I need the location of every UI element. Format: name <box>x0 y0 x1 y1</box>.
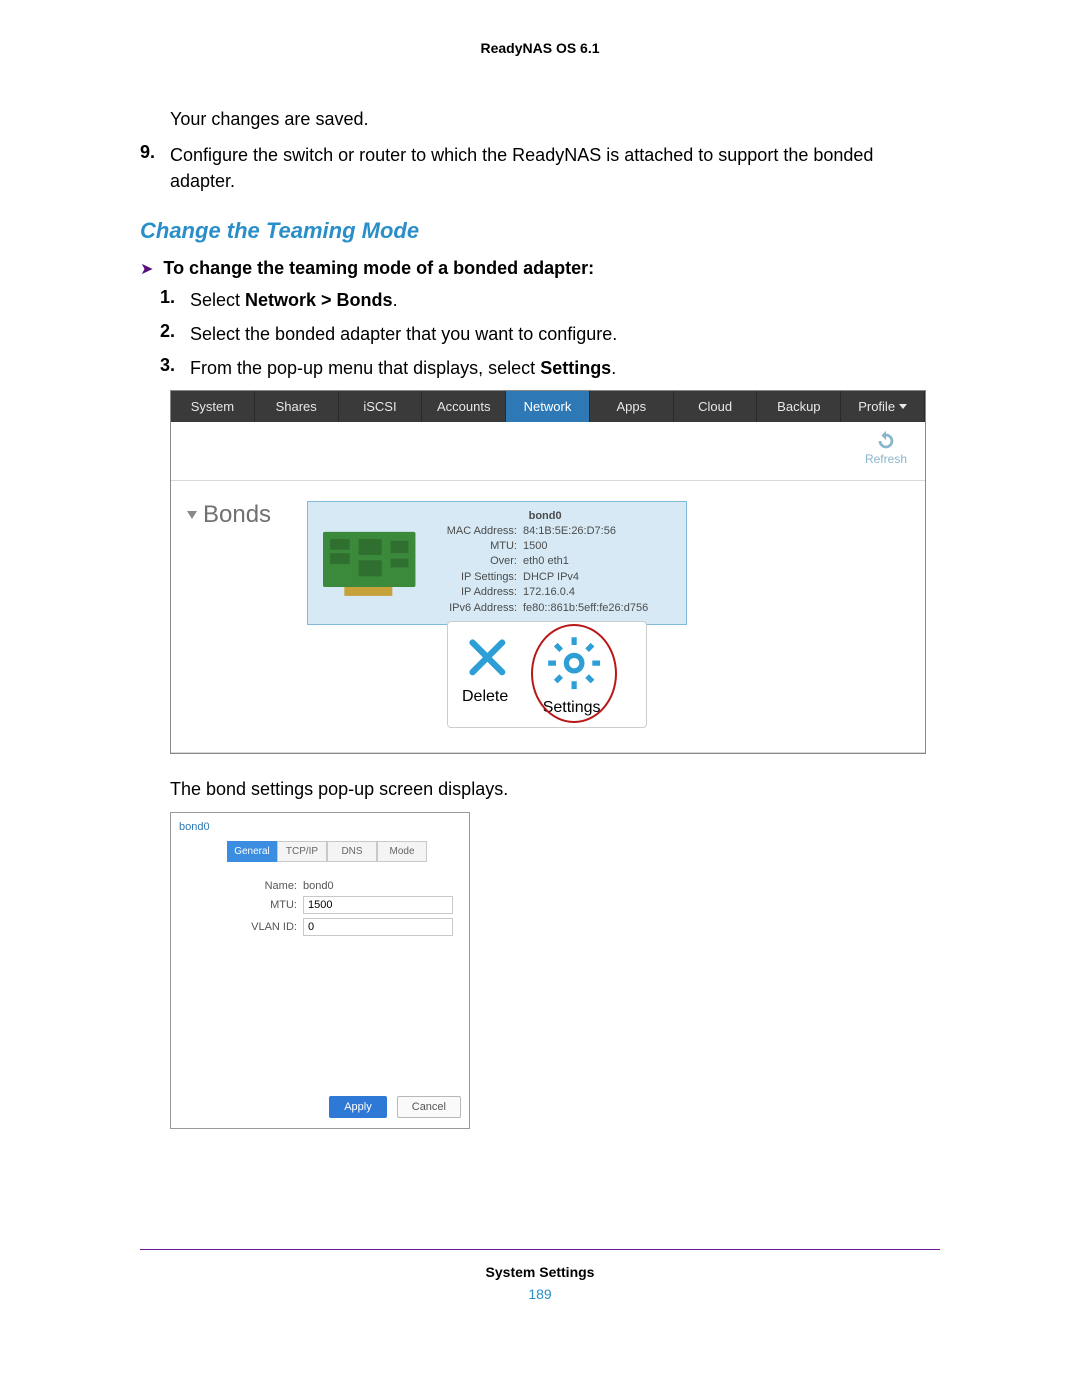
refresh-label: Refresh <box>865 452 907 466</box>
procedure-heading: ➤ To change the teaming mode of a bonded… <box>140 258 940 279</box>
step-3-pre: From the pop-up menu that displays, sele… <box>190 358 540 378</box>
network-bonds-screenshot: System Shares iSCSI Accounts Network App… <box>170 390 926 755</box>
step-3: 3. From the pop-up menu that displays, s… <box>160 355 940 381</box>
vlan-input[interactable] <box>303 918 453 936</box>
procedure-arrow-icon: ➤ <box>140 259 153 279</box>
vlan-field-label: VLAN ID: <box>249 921 297 933</box>
step-1-number: 1. <box>160 287 190 313</box>
bond-card[interactable]: bond0 MAC Address: 84:1B:5E:26:D7:56 MTU:… <box>307 501 687 625</box>
step-3-text: From the pop-up menu that displays, sele… <box>190 355 616 381</box>
dialog-tab-general[interactable]: General <box>227 841 277 862</box>
dialog-tab-tcpip[interactable]: TCP/IP <box>277 841 327 862</box>
tab-profile[interactable]: Profile <box>841 391 925 422</box>
dialog-tab-mode[interactable]: Mode <box>377 841 427 862</box>
mtu-field-label: MTU: <box>249 899 297 911</box>
step-1-bold: Network > Bonds <box>245 290 393 310</box>
name-row: Name: bond0 <box>249 880 461 892</box>
after-text-1: The bond settings pop-up screen displays… <box>170 776 940 802</box>
page-number: 189 <box>140 1286 940 1302</box>
step-9-number: 9. <box>140 142 170 194</box>
mtu-input[interactable] <box>303 896 453 914</box>
cancel-button[interactable]: Cancel <box>397 1096 461 1118</box>
page-footer: System Settings 189 <box>140 1249 940 1302</box>
name-field-label: Name: <box>249 880 297 892</box>
bonds-section-label[interactable]: Bonds <box>187 501 307 529</box>
mac-value: 84:1B:5E:26:D7:56 <box>523 524 616 539</box>
step-2-number: 2. <box>160 321 190 347</box>
refresh-icon <box>875 430 897 452</box>
tab-iscsi[interactable]: iSCSI <box>339 391 423 422</box>
tab-accounts[interactable]: Accounts <box>422 391 506 422</box>
dialog-tab-dns[interactable]: DNS <box>327 841 377 862</box>
bond-popup-menu: Delete Settings <box>447 621 647 728</box>
tab-apps[interactable]: Apps <box>590 391 674 422</box>
vlan-row: VLAN ID: <box>249 918 461 936</box>
delete-icon <box>462 632 513 683</box>
ipv6-value: fe80::861b:5eff:fe26:d756 <box>523 601 648 616</box>
bond-title: bond0 <box>442 510 648 522</box>
tab-system[interactable]: System <box>171 391 255 422</box>
bond-details: bond0 MAC Address: 84:1B:5E:26:D7:56 MTU:… <box>442 510 648 616</box>
step-9: 9. Configure the switch or router to whi… <box>140 142 940 194</box>
gear-icon <box>543 632 605 694</box>
tab-backup[interactable]: Backup <box>757 391 841 422</box>
dialog-tabs: General TCP/IP DNS Mode <box>227 841 461 862</box>
step-9-text: Configure the switch or router to which … <box>170 142 940 194</box>
settings-label: Settings <box>543 699 601 716</box>
ipsettings-value: DHCP IPv4 <box>523 570 579 585</box>
step-1-pre: Select <box>190 290 245 310</box>
footer-title: System Settings <box>140 1264 940 1280</box>
tab-cloud[interactable]: Cloud <box>674 391 758 422</box>
dialog-title: bond0 <box>179 821 461 833</box>
settings-button[interactable]: Settings <box>543 632 605 717</box>
nic-card-icon <box>316 523 426 603</box>
collapse-triangle-icon <box>187 511 197 519</box>
tab-profile-label: Profile <box>858 399 895 414</box>
ipv6-label: IPv6 Address: <box>442 601 517 616</box>
delete-label: Delete <box>462 688 508 705</box>
step-2: 2. Select the bonded adapter that you wa… <box>160 321 940 347</box>
mtu-row: MTU: <box>249 896 461 914</box>
mtu-value: 1500 <box>523 539 547 554</box>
name-field-value: bond0 <box>303 880 334 892</box>
step-2-text: Select the bonded adapter that you want … <box>190 321 617 347</box>
tab-network[interactable]: Network <box>506 391 590 422</box>
procedure-text: To change the teaming mode of a bonded a… <box>163 258 594 279</box>
document-header: ReadyNAS OS 6.1 <box>140 40 940 56</box>
delete-button[interactable]: Delete <box>462 632 513 717</box>
step-1: 1. Select Network > Bonds. <box>160 287 940 313</box>
tab-shares[interactable]: Shares <box>255 391 339 422</box>
apply-button[interactable]: Apply <box>329 1096 387 1118</box>
step-3-post: . <box>611 358 616 378</box>
over-value: eth0 eth1 <box>523 554 569 569</box>
over-label: Over: <box>442 554 517 569</box>
bonds-label-text: Bonds <box>203 501 271 529</box>
ipaddress-label: IP Address: <box>442 585 517 600</box>
step-3-bold: Settings <box>540 358 611 378</box>
mtu-label: MTU: <box>442 539 517 554</box>
section-title: Change the Teaming Mode <box>140 218 940 244</box>
step-1-post: . <box>393 290 398 310</box>
step-1-text: Select Network > Bonds. <box>190 287 398 313</box>
step-3-number: 3. <box>160 355 190 381</box>
refresh-button[interactable]: Refresh <box>865 430 907 466</box>
bond-settings-dialog: bond0 General TCP/IP DNS Mode Name: bond… <box>170 812 470 1129</box>
main-tab-bar: System Shares iSCSI Accounts Network App… <box>171 391 925 422</box>
ipsettings-label: IP Settings: <box>442 570 517 585</box>
mac-label: MAC Address: <box>442 524 517 539</box>
saved-text: Your changes are saved. <box>170 106 940 132</box>
caret-down-icon <box>899 404 907 409</box>
ipaddress-value: 172.16.0.4 <box>523 585 575 600</box>
